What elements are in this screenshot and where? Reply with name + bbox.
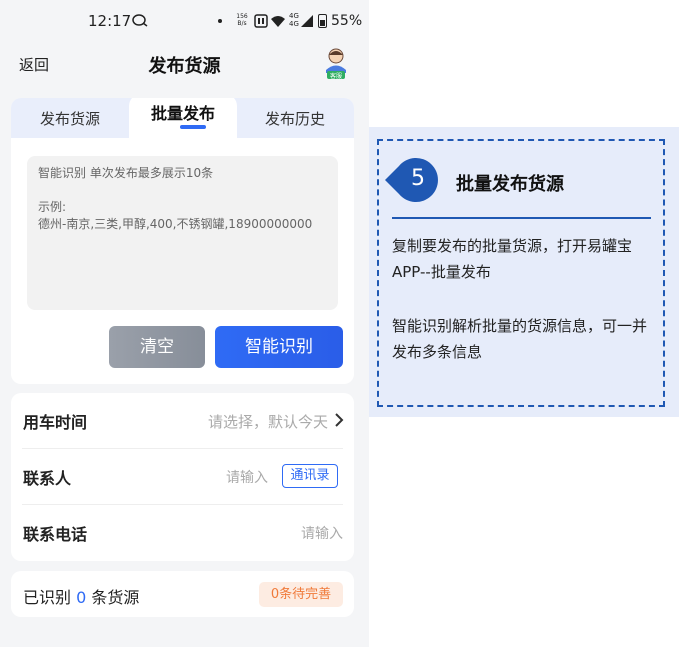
phone-label: 联系电话 bbox=[23, 525, 88, 544]
recognized-summary: 已识别 0 条货源 0条待完善 bbox=[11, 571, 354, 617]
network-speed: 156 B/s bbox=[236, 13, 248, 27]
notification-dot-icon bbox=[218, 19, 222, 23]
clear-button[interactable]: 清空 bbox=[109, 326, 205, 368]
form-row-phone: 联系电话 请输入 bbox=[11, 505, 354, 561]
wifi-icon bbox=[271, 16, 285, 27]
callout-paragraph-1: 复制要发布的批量货源，打开易罐宝APP--批量发布 bbox=[392, 237, 633, 281]
callout-paragraph-2: 智能识别解析批量的货源信息，可一并发布多条信息 bbox=[392, 317, 648, 361]
form-row-vehicle-time[interactable]: 用车时间 请选择，默认今天 bbox=[11, 393, 354, 449]
step-number: 5 bbox=[411, 166, 425, 191]
vehicle-time-picker[interactable]: 请选择，默认今天 bbox=[208, 411, 328, 432]
signal-icon bbox=[301, 15, 313, 27]
callout-title: 批量发布货源 bbox=[456, 174, 564, 195]
hd-call-icon bbox=[254, 14, 268, 28]
tab-batch-publish-label: 批量发布 bbox=[150, 104, 215, 123]
tab-publish-cargo[interactable]: 发布货源 bbox=[11, 98, 129, 138]
pending-badge: 0条待完善 bbox=[259, 582, 343, 607]
contact-input[interactable]: 请输入 bbox=[226, 467, 268, 487]
input-hint: 智能识别 单次发布最多展示10条 bbox=[38, 166, 214, 180]
smart-recognize-button[interactable]: 智能识别 bbox=[215, 326, 343, 368]
status-bar: 12:17 156 B/s 4G 4G 55% bbox=[0, 0, 369, 40]
network-speed-value: 156 bbox=[236, 13, 248, 20]
customer-service-icon[interactable]: 客服 bbox=[321, 46, 351, 80]
contact-form-card: 用车时间 请选择，默认今天 联系人 请输入 通讯录 联系电话 请输入 bbox=[11, 393, 354, 561]
vehicle-time-label: 用车时间 bbox=[23, 413, 88, 432]
page-title: 发布货源 bbox=[148, 56, 221, 77]
recognized-prefix: 已识别 bbox=[23, 588, 72, 607]
network-type-sim1: 4G bbox=[289, 12, 299, 20]
phone-screen: 12:17 156 B/s 4G 4G 55% 返回 发布货源 客服 发布货源 … bbox=[0, 0, 369, 647]
recognized-suffix: 条货源 bbox=[91, 588, 140, 607]
tab-batch-publish[interactable]: 批量发布 bbox=[129, 98, 237, 142]
form-row-contact: 联系人 请输入 通讯录 bbox=[11, 449, 354, 505]
batch-text-input[interactable]: 智能识别 单次发布最多展示10条 示例: 德州-南京,三类,甲醇,400,不锈钢… bbox=[27, 156, 338, 310]
callout-divider bbox=[392, 217, 651, 219]
active-tab-indicator bbox=[180, 125, 206, 129]
chevron-right-icon bbox=[335, 413, 344, 427]
battery-percent: 55% bbox=[331, 13, 363, 29]
service-label: 客服 bbox=[330, 72, 342, 80]
example-label: 示例: bbox=[38, 200, 67, 214]
phone-input[interactable]: 请输入 bbox=[301, 523, 343, 543]
network-type: 4G 4G bbox=[289, 12, 299, 28]
recognized-count: 0 bbox=[76, 588, 87, 607]
status-time: 12:17 bbox=[88, 12, 132, 30]
example-value: 德州-南京,三类,甲醇,400,不锈钢罐,18900000000 bbox=[38, 217, 313, 231]
batch-publish-card: 发布货源 发布历史 批量发布 智能识别 单次发布最多展示10条 示例: 德州-南… bbox=[11, 98, 354, 384]
address-book-button[interactable]: 通讯录 bbox=[282, 464, 338, 488]
recognized-text: 已识别 0 条货源 bbox=[23, 584, 139, 608]
battery-icon bbox=[318, 14, 327, 28]
network-speed-unit: B/s bbox=[237, 20, 247, 27]
network-type-sim2: 4G bbox=[289, 20, 299, 28]
nav-bar: 返回 发布货源 客服 bbox=[0, 40, 369, 90]
tab-publish-history[interactable]: 发布历史 bbox=[236, 98, 354, 138]
chat-notification-icon bbox=[132, 14, 148, 27]
contact-label: 联系人 bbox=[23, 469, 72, 488]
